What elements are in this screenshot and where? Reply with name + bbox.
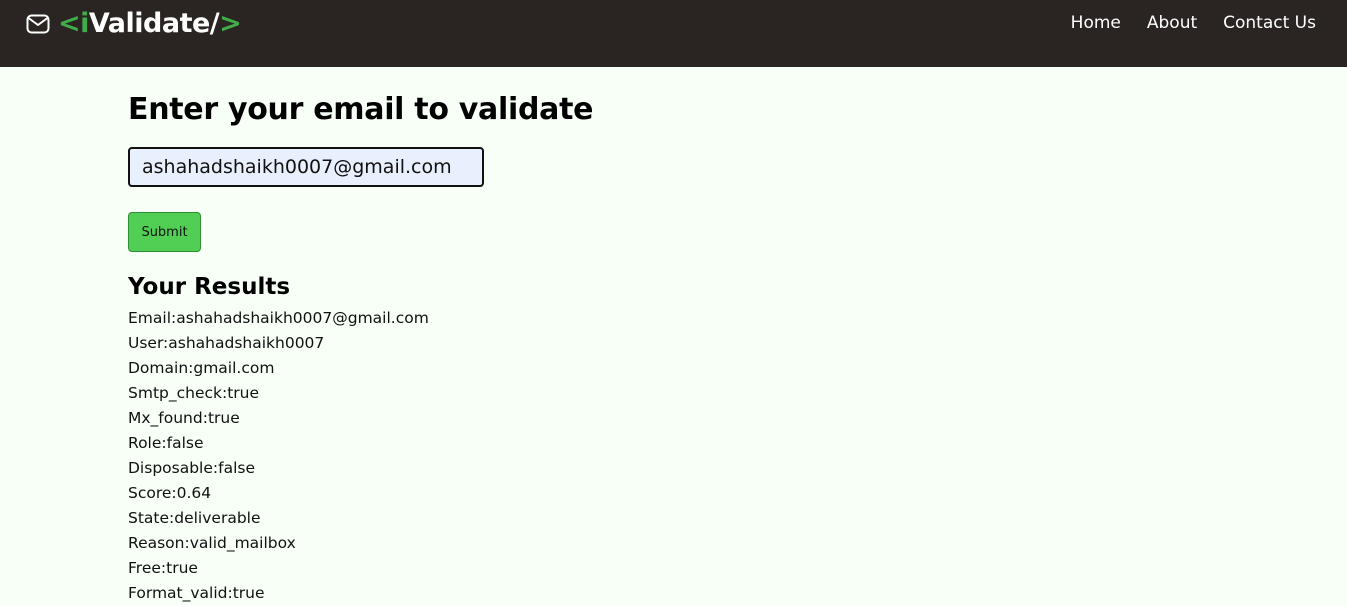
nav-link-contact-us[interactable]: Contact Us (1223, 13, 1316, 33)
result-mx-found: Mx_found:true (128, 409, 240, 427)
logo-name: Validate/ (88, 7, 220, 39)
logo-close-bracket: > (219, 7, 242, 39)
logo-i: i (80, 7, 89, 39)
page-title: Enter your email to validate (128, 92, 594, 127)
result-role: Role:false (128, 434, 204, 452)
results-title: Your Results (128, 274, 291, 300)
result-score: Score:0.64 (128, 484, 212, 502)
nav-link-about[interactable]: About (1147, 13, 1197, 33)
navbar: <iValidate/> Home About Contact Us (0, 0, 1347, 67)
result-state: State:deliverable (128, 509, 261, 527)
results-list: Email:ashahadshaikh0007@gmail.com User:a… (128, 306, 593, 606)
nav-links: Home About Contact Us (1071, 13, 1316, 33)
email-input[interactable] (128, 147, 484, 187)
main-content: Enter your email to validate Submit Your… (128, 92, 593, 606)
result-user: User:ashahadshaikh0007 (128, 334, 325, 352)
brand[interactable]: <iValidate/> (26, 5, 242, 41)
result-email: Email:ashahadshaikh0007@gmail.com (128, 309, 429, 327)
result-reason: Reason:valid_mailbox (128, 534, 296, 552)
mail-icon (26, 14, 50, 34)
logo-open-bracket: < (58, 7, 81, 39)
result-smtp-check: Smtp_check:true (128, 384, 260, 402)
submit-button[interactable]: Submit (128, 212, 201, 252)
result-disposable: Disposable:false (128, 459, 255, 477)
nav-link-home[interactable]: Home (1071, 13, 1121, 33)
result-domain: Domain:gmail.com (128, 359, 275, 377)
result-format-valid: Format_valid:true (128, 584, 265, 602)
logo: <iValidate/> (58, 7, 242, 39)
result-free: Free:true (128, 559, 198, 577)
